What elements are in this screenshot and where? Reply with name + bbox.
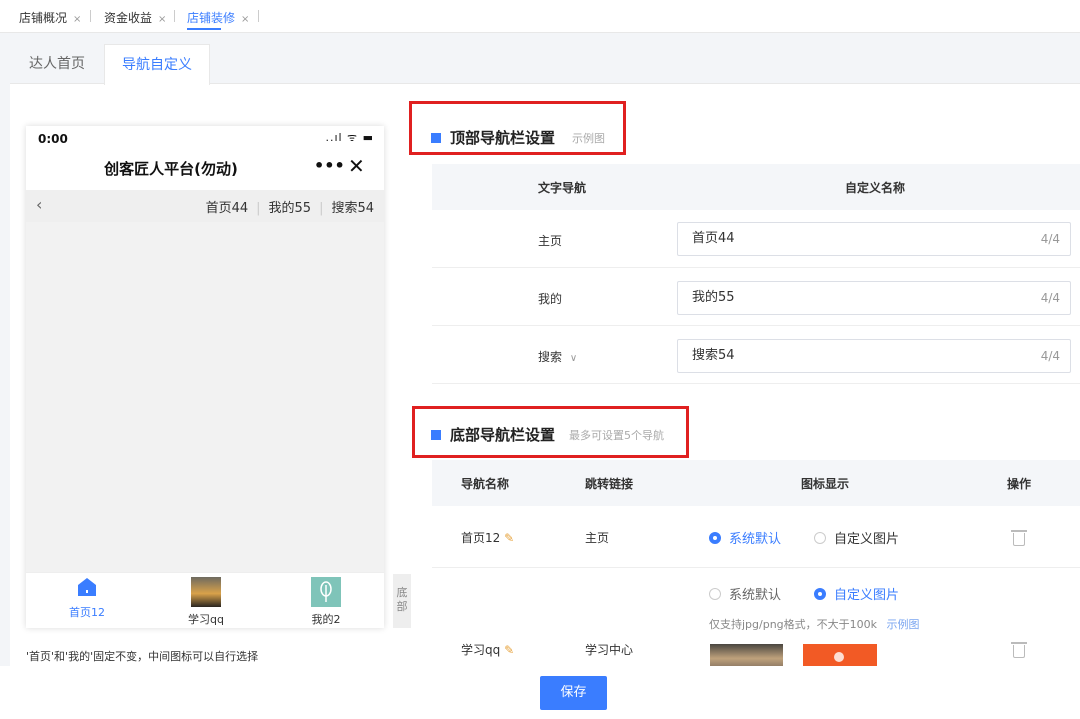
phone-top-nav: ‹ 首页44 | 我的55 | 搜索54 [26,190,384,222]
search-nav-select[interactable]: 搜索 ∨ [538,348,577,365]
save-button[interactable]: 保存 [540,676,607,710]
tree-icon [311,577,341,607]
top-nav-title: 顶部导航栏设置 [431,127,555,148]
sub-tab-bar: 达人首页 导航自定义 [10,44,1080,85]
delete-icon[interactable] [1011,530,1027,546]
custom-name-input[interactable]: 搜索54 4/4 [677,339,1071,373]
status-time: 0:00 [38,132,68,146]
close-icon[interactable]: × [241,14,249,25]
status-icons: ..ıl ᯤ ▬ [325,131,374,144]
nav-item-search[interactable]: 搜索54 [331,201,374,216]
phone-bottom-nav: 首页12 学习qq 我的2 [26,572,384,628]
table-row: 学习qq ✎ 学习中心 系统默认 自定义图片 仅支持jpg/png格式，不大于1… [432,568,1080,668]
edit-icon[interactable]: ✎ [504,531,514,545]
more-icon[interactable]: ••• [314,156,345,175]
chevron-down-icon: ∨ [569,353,578,364]
upload-image-thumb[interactable] [803,644,877,668]
back-icon[interactable]: ‹ [36,195,42,214]
icon-radio-custom[interactable]: 自定义图片 [814,584,899,603]
close-icon[interactable]: ✕ [348,154,365,178]
custom-name-input[interactable]: 首页44 4/4 [677,222,1071,256]
example-link[interactable]: 示例图 [887,618,920,631]
delete-icon[interactable] [1011,642,1027,658]
phone-nav-items: 首页44 | 我的55 | 搜索54 [205,201,374,216]
close-icon[interactable]: × [73,14,81,25]
page-tab-bar: 店铺概况 × 资金收益 × 店铺装修 × [0,0,1080,33]
divider [174,10,175,22]
sunset-image [191,577,221,607]
bottom-item-mine[interactable]: 我的2 [286,577,366,627]
tab-expert-home[interactable]: 达人首页 [10,44,104,84]
divider [258,10,259,22]
edit-icon[interactable]: ✎ [504,643,514,657]
icon-radio-custom[interactable]: 自定义图片 [814,528,899,547]
active-tab-indicator [187,28,221,30]
icon-radio-default[interactable]: 系统默认 [709,528,781,547]
phone-body [26,222,384,572]
bottom-nav-table-header: 导航名称 跳转链接 图标显示 操作 [432,460,1080,506]
bottom-item-study[interactable]: 学习qq [166,577,246,627]
bottom-nav-title: 底部导航栏设置 [431,424,555,445]
table-row: 首页12 ✎ 主页 系统默认 自定义图片 [432,506,1080,568]
custom-image-thumb [710,644,783,668]
example-link[interactable]: 示例图 [572,130,605,146]
mini-app-title: 创客匠人平台(勿动) [104,160,238,178]
phone-preview: 0:00 ..ıl ᯤ ▬ 创客匠人平台(勿动) ••• ✕ ‹ 首页44 | 我的… [26,126,384,628]
col-custom-name: 自定义名称 [845,181,906,195]
tab-income[interactable]: 资金收益 × [104,9,166,26]
divider [90,10,91,22]
top-nav-table-header: 文字导航 自定义名称 [432,164,1080,210]
col-text-nav: 文字导航 [538,181,587,195]
bottom-side-tag: 底部 [393,574,411,628]
icon-radio-default[interactable]: 系统默认 [709,584,781,603]
bottom-item-home[interactable]: 首页12 [47,577,127,620]
home-icon [78,578,96,596]
nav-item-mine[interactable]: 我的55 [269,201,312,216]
tab-shop-overview[interactable]: 店铺概况 × [19,9,81,26]
tab-shop-decoration[interactable]: 店铺装修 × [187,9,249,26]
bottom-nav-hint: 最多可设置5个导航 [569,429,664,442]
tab-nav-custom[interactable]: 导航自定义 [104,44,210,85]
format-hint: 仅支持jpg/png格式，不大于100k 示例图 [709,618,920,631]
close-icon[interactable]: × [158,14,166,25]
nav-item-home[interactable]: 首页44 [206,201,249,216]
custom-name-input[interactable]: 我的55 4/4 [677,281,1071,315]
fixed-nav-note: '首页'和'我的'固定不变，中间图标可以自行选择 [26,650,259,663]
